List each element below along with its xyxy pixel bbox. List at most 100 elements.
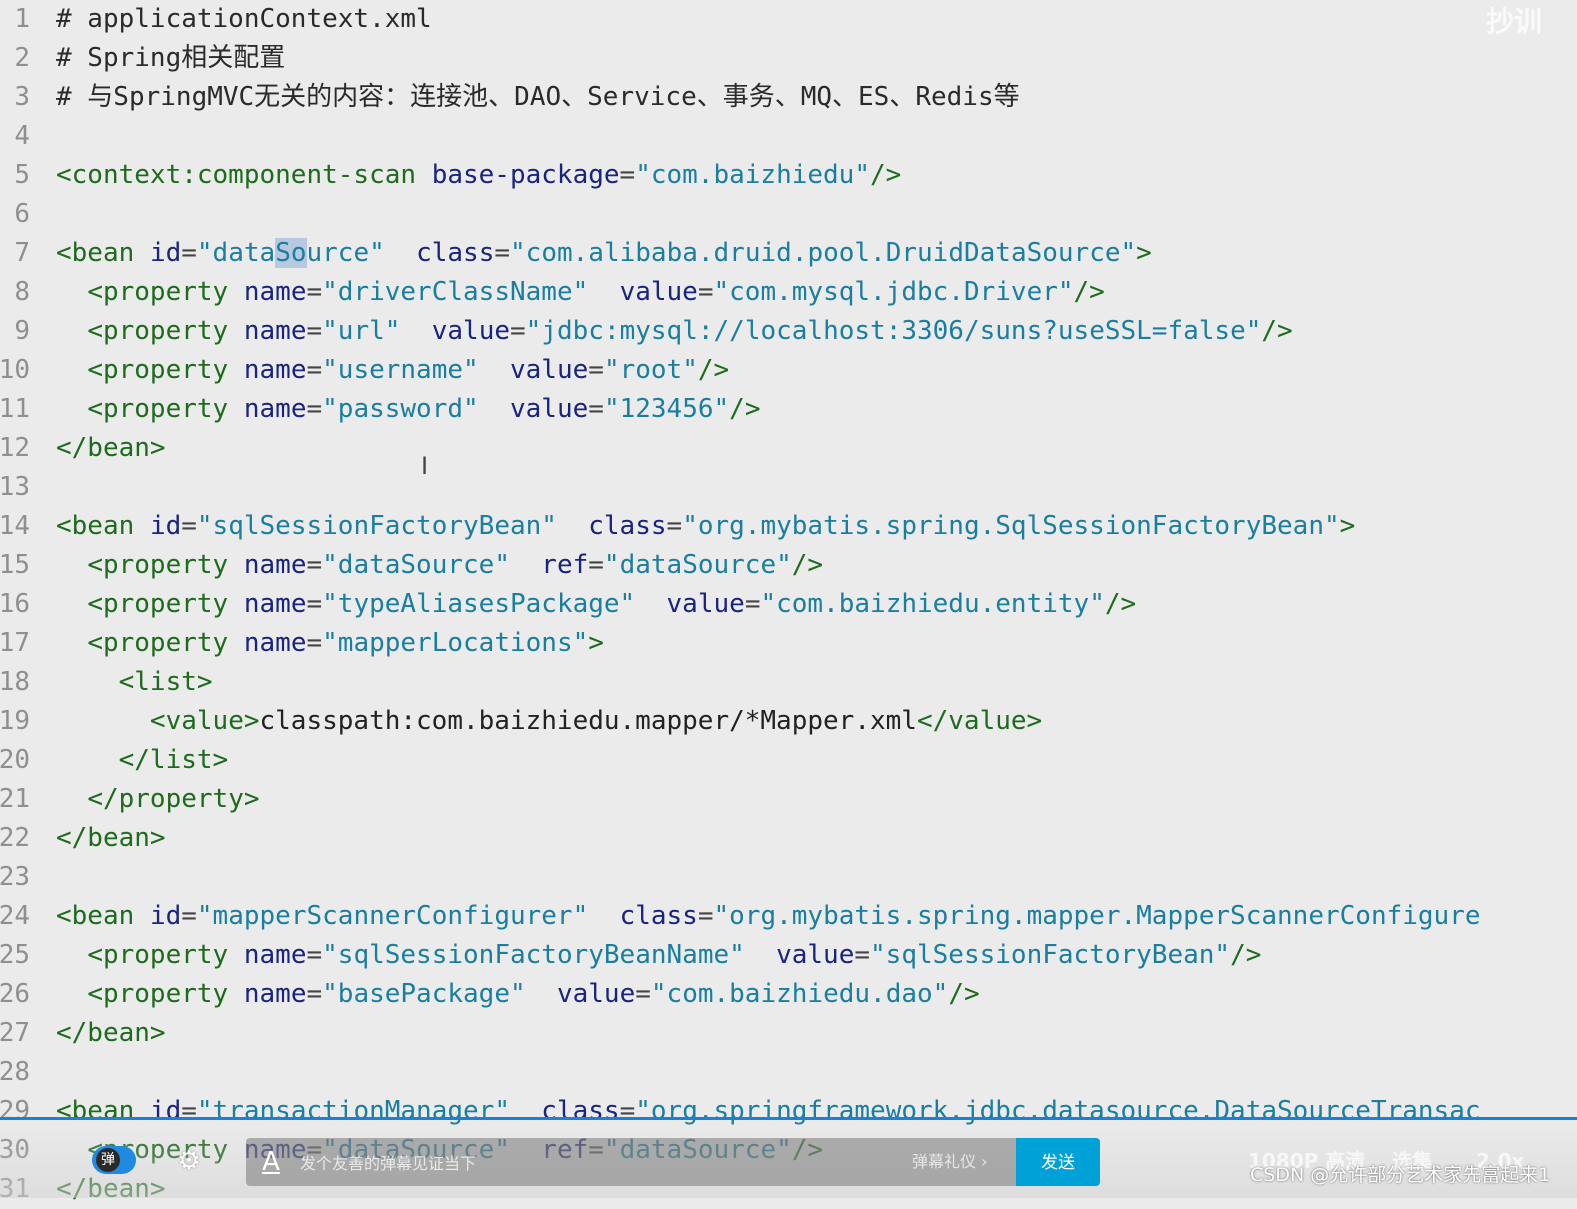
code-line[interactable]: 26 <property name="basePackage" value="c…: [0, 975, 1577, 1014]
code-text: # Spring相关配置: [56, 39, 285, 78]
code-text: </property>: [56, 780, 259, 819]
code-line[interactable]: 10 <property name="username" value="root…: [0, 351, 1577, 390]
code-line[interactable]: 18 <list>: [0, 663, 1577, 702]
code-line[interactable]: 3 # 与SpringMVC无关的内容：连接池、DAO、Service、事务、MQ…: [0, 78, 1577, 117]
code-token-comment: # Spring相关配置: [56, 43, 286, 73]
code-line[interactable]: 7 <bean id="dataSource" class="com.alibab…: [0, 234, 1577, 273]
danmaku-style-icon[interactable]: A: [256, 1145, 286, 1179]
code-token-eq: =: [635, 979, 651, 1009]
code-token-eq: =: [181, 511, 197, 541]
code-text: <property name="url" value="jdbc:mysql:/…: [56, 312, 1292, 351]
code-line[interactable]: 23: [0, 858, 1577, 897]
line-number: 12: [0, 433, 30, 463]
selection-highlight: So: [275, 238, 307, 268]
danmaku-input[interactable]: [298, 1146, 862, 1180]
code-token-tag: <list>: [118, 667, 213, 697]
line-number: 14: [0, 511, 30, 541]
code-line[interactable]: 27 </bean>: [0, 1014, 1577, 1053]
code-line[interactable]: 17 <property name="mapperLocations">: [0, 624, 1577, 663]
code-token-eq: =: [588, 550, 604, 580]
code-token-attr: value: [776, 940, 855, 970]
code-token-tag: >: [1136, 238, 1152, 268]
code-token-eq: =: [181, 238, 197, 268]
code-token-str: "typeAliasesPackage": [322, 589, 636, 619]
code-line[interactable]: 28: [0, 1053, 1577, 1092]
code-line[interactable]: 25 <property name="sqlSessionFactoryBean…: [0, 936, 1577, 975]
code-text: </bean>: [56, 429, 166, 468]
line-number: 6: [14, 199, 30, 229]
code-token-str: "basePackage": [322, 979, 526, 1009]
line-number: 25: [0, 940, 30, 970]
code-text: </bean>: [56, 1014, 166, 1053]
code-token-str: "org.mybatis.spring.mapper.MapperScanner…: [713, 901, 1481, 931]
danmaku-etiquette-link[interactable]: 弹幕礼仪 ›: [912, 1150, 988, 1174]
line-number: 26: [0, 979, 30, 1009]
code-line[interactable]: 13: [0, 468, 1577, 507]
line-number: 8: [14, 277, 30, 307]
code-token-str: "com.baizhiedu": [635, 160, 870, 190]
watermark: CSDN @允许部分艺术家先富起来1: [1250, 1164, 1551, 1186]
code-line[interactable]: 15 <property name="dataSource" ref="data…: [0, 546, 1577, 585]
code-line[interactable]: 5 <context:component-scan base-package="c…: [0, 156, 1577, 195]
danmaku-settings-icon[interactable]: ⚙: [172, 1146, 206, 1176]
code-token-tag: />: [1230, 940, 1262, 970]
danmaku-toggle-label: 弹: [96, 1148, 120, 1172]
code-line[interactable]: 11 <property name="password" value="1234…: [0, 390, 1577, 429]
code-line[interactable]: 6: [0, 195, 1577, 234]
danmaku-toggle[interactable]: 弹: [92, 1146, 136, 1174]
code-token-eq: =: [306, 550, 323, 580]
code-line[interactable]: 21 </property>: [0, 780, 1577, 819]
code-text: <bean id="dataSource" class="com.alibaba…: [56, 234, 1152, 273]
code-line[interactable]: 16 <property name="typeAliasesPackage" v…: [0, 585, 1577, 624]
code-line[interactable]: 14 <bean id="sqlSessionFactoryBean" class…: [0, 507, 1577, 546]
code-token-tag: </list>: [118, 745, 229, 775]
code-token-tag: </bean>: [56, 823, 166, 853]
code-token-attr: value: [510, 355, 589, 385]
code-text: <property name="driverClassName" value="…: [56, 273, 1105, 312]
code-line[interactable]: 19 <value>classpath:com.baizhiedu.mapper…: [0, 702, 1577, 741]
code-line[interactable]: 1 # applicationContext.xml: [0, 0, 1577, 39]
code-line[interactable]: 9 <property name="url" value="jdbc:mysql…: [0, 312, 1577, 351]
code-text: <property name="typeAliasesPackage" valu…: [56, 585, 1136, 624]
code-line[interactable]: 4: [0, 117, 1577, 156]
line-number: 28: [0, 1057, 30, 1087]
code-token-tag: />: [948, 979, 980, 1009]
code-line[interactable]: 24 <bean id="mapperScannerConfigurer" cla…: [0, 897, 1577, 936]
code-token-tag: />: [697, 355, 730, 385]
code-token-tag: <property: [87, 355, 229, 385]
send-button[interactable]: 发送: [1016, 1138, 1100, 1186]
code-token-eq: =: [306, 628, 323, 658]
code-line[interactable]: 20 </list>: [0, 741, 1577, 780]
code-token-tag: <bean: [56, 901, 135, 931]
code-line[interactable]: 12 </bean>: [0, 429, 1577, 468]
code-line[interactable]: 22 </bean>: [0, 819, 1577, 858]
code-token-str: "org.mybatis.spring.SqlSessionFactoryBea…: [682, 511, 1340, 541]
code-token-attr: name: [243, 394, 307, 424]
code-token-str: "username": [322, 355, 479, 385]
code-token-tag: </bean>: [56, 433, 166, 463]
line-number: 27: [0, 1018, 30, 1048]
code-editor[interactable]: 1 # applicationContext.xml 2 # Spring相关配置 3 #…: [0, 0, 1577, 1204]
code-line[interactable]: 2 # Spring相关配置: [0, 39, 1577, 78]
code-token-eq: =: [306, 355, 323, 385]
line-number: 16: [0, 589, 30, 619]
code-token-eq: =: [854, 940, 871, 970]
code-line[interactable]: 8 <property name="driverClassName" value…: [0, 273, 1577, 312]
code-token-str: "sqlSessionFactoryBean": [196, 511, 557, 541]
code-token-str: "mapperScannerConfigurer": [196, 901, 589, 931]
line-number: 20: [0, 745, 30, 775]
